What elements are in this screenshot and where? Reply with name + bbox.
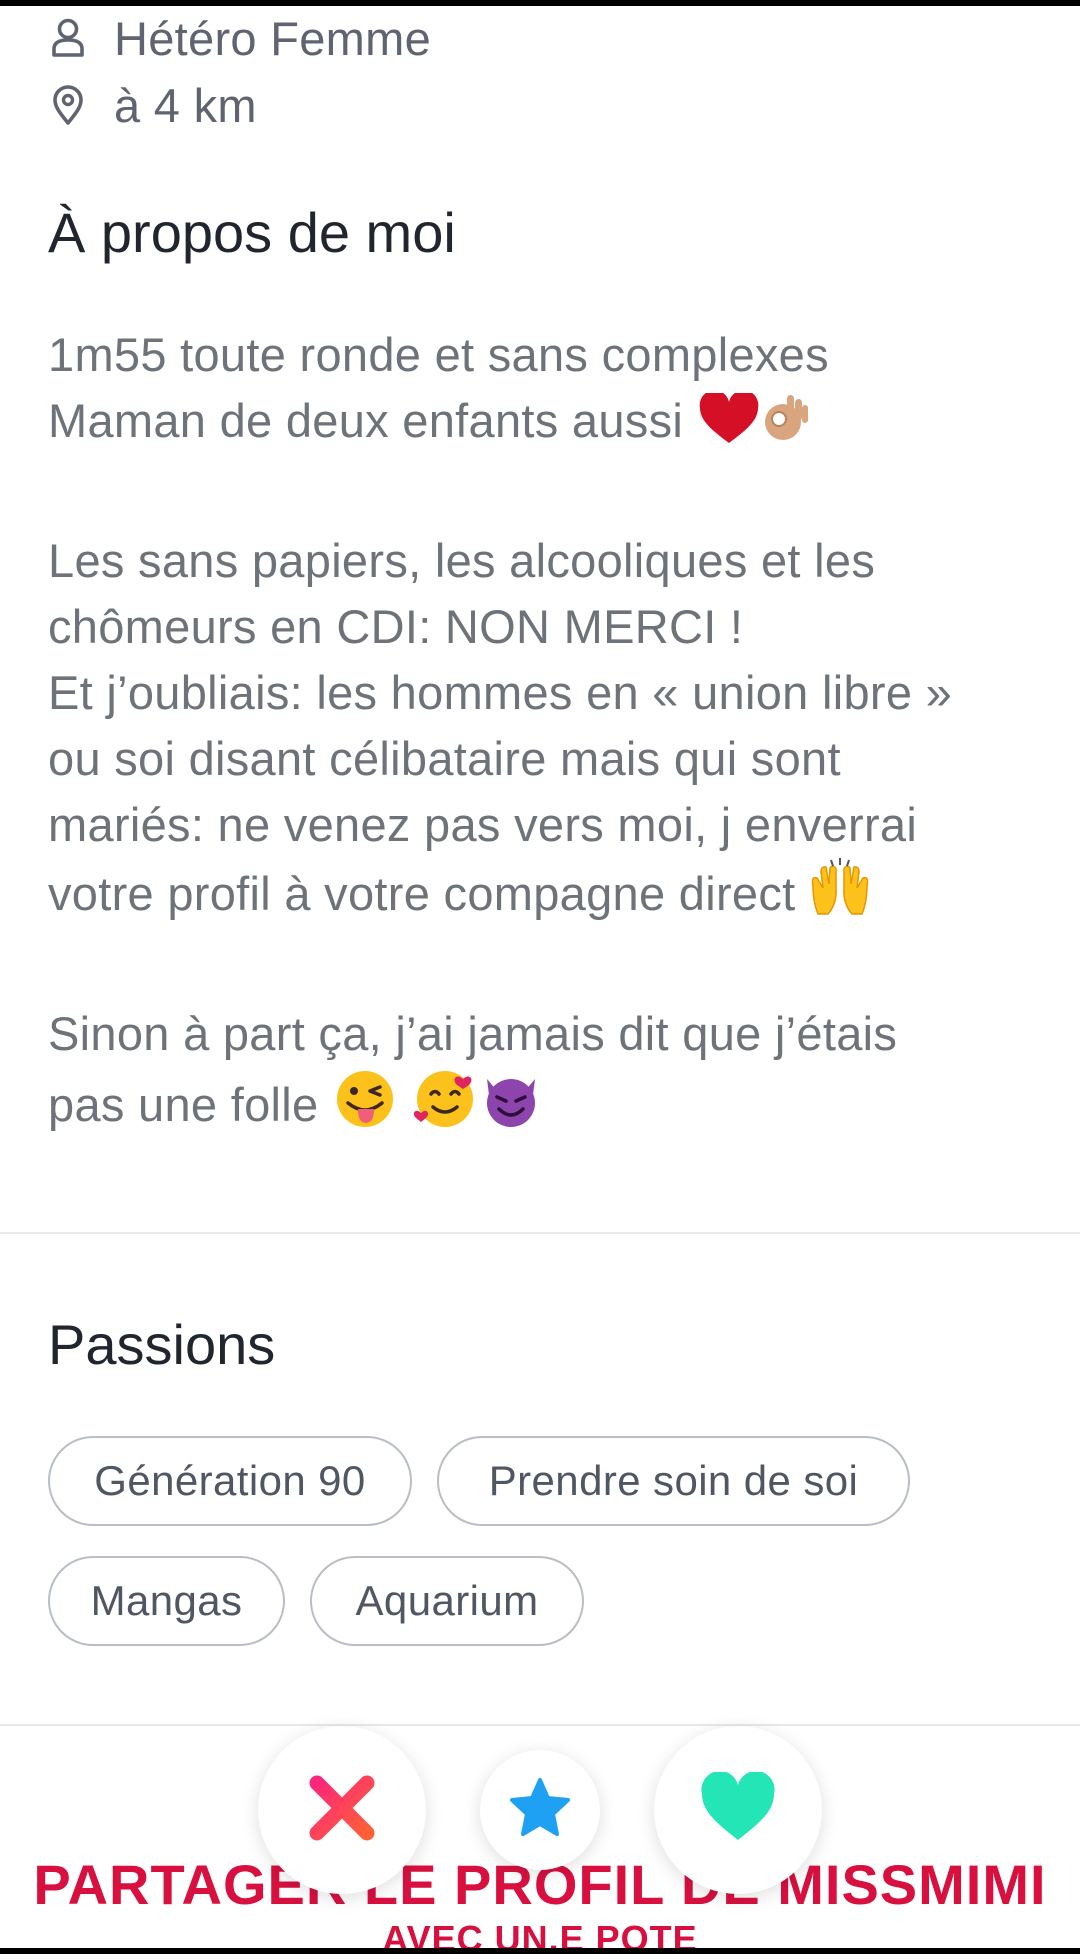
section-divider (0, 1724, 1080, 1726)
bio-line: votre profil à votre compagne direct (48, 858, 1048, 935)
bio-line: Maman de deux enfants aussi (48, 388, 1048, 462)
passions-title: Passions (48, 1313, 276, 1376)
star-icon (508, 1777, 572, 1844)
distance-text: à 4 km (114, 78, 257, 132)
passion-chip: Mangas (48, 1556, 285, 1646)
red-heart-emoji (697, 390, 761, 462)
super-like-button[interactable] (480, 1750, 600, 1870)
about-bio: 1m55 toute ronde et sans complexes Maman… (48, 322, 1048, 1146)
about-title: À propos de moi (48, 201, 456, 264)
bio-line: Et j’oubliais: les hommes en « union lib… (48, 666, 953, 719)
bio-line: Sinon à part ça, j’ai jamais dit que j’é… (48, 1007, 898, 1060)
bottom-edge (0, 1948, 1080, 1954)
bio-line: mariés: ne venez pas vers moi, j enverra… (48, 798, 918, 851)
close-icon (307, 1773, 377, 1848)
bio-line: Les sans papiers, les alcooliques et les (48, 534, 876, 587)
orientation-row: Hétéro Femme (48, 8, 431, 68)
section-divider (0, 1232, 1080, 1234)
nope-button[interactable] (258, 1726, 426, 1894)
heart-icon (698, 1770, 778, 1849)
person-icon (48, 18, 88, 58)
orientation-text: Hétéro Femme (114, 11, 432, 65)
winking-tongue-emoji (332, 1069, 398, 1146)
passion-chip: Prendre soin de soi (437, 1436, 910, 1526)
bio-line: 1m55 toute ronde et sans complexes (48, 328, 829, 381)
location-pin-icon (48, 85, 88, 125)
top-edge (0, 0, 1080, 6)
like-button[interactable] (654, 1726, 822, 1894)
bio-line: ou soi disant célibataire mais qui sont (48, 732, 841, 785)
ok-hand-emoji (761, 389, 811, 462)
passion-chip: Aquarium (310, 1556, 584, 1646)
smiling-hearts-emoji (411, 1067, 479, 1146)
smiling-devil-emoji (479, 1069, 543, 1146)
bio-line: pas une folle (48, 1067, 1048, 1146)
raising-hands-emoji (809, 858, 871, 935)
passion-chip: Génération 90 (48, 1436, 412, 1526)
bio-line: chômeurs en CDI: NON MERCI ! (48, 600, 744, 653)
distance-row: à 4 km (48, 75, 257, 135)
